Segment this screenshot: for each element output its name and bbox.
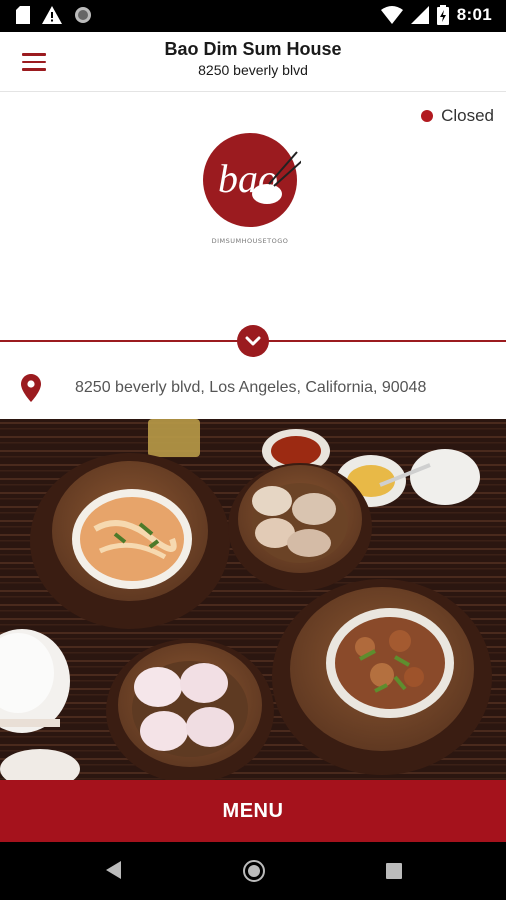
status-badge: Closed <box>421 106 494 126</box>
svg-text:DIMSUMHOUSETOGO: DIMSUMHOUSETOGO <box>212 237 289 245</box>
chevron-down-icon <box>245 336 261 346</box>
page-subtitle: 8250 beverly blvd <box>198 62 308 78</box>
status-bar-notifications <box>16 6 92 24</box>
address-text: 8250 beverly blvd, Los Angeles, Californ… <box>75 379 427 396</box>
status-label: Closed <box>441 106 494 125</box>
title-block: Bao Dim Sum House 8250 beverly blvd <box>0 39 506 78</box>
circle-icon <box>75 7 91 23</box>
expand-toggle-button[interactable] <box>237 325 269 357</box>
sd-card-icon <box>16 6 30 24</box>
recent-apps-icon[interactable] <box>385 862 403 880</box>
food-photo-image <box>0 419 506 780</box>
menu-button[interactable]: MENU <box>0 780 506 842</box>
location-pin-icon <box>21 374 41 402</box>
page-title: Bao Dim Sum House <box>164 39 342 59</box>
status-bar-system: 8:01 <box>380 5 492 25</box>
app-bar: Bao Dim Sum House 8250 beverly blvd <box>0 32 506 92</box>
back-icon[interactable] <box>104 860 122 880</box>
system-nav-bar <box>0 842 506 900</box>
home-icon[interactable] <box>242 859 266 883</box>
status-dot-icon <box>421 110 434 122</box>
status-bar: 8:01 <box>0 0 506 32</box>
signal-icon <box>410 6 429 24</box>
wifi-icon <box>380 6 403 24</box>
address-row[interactable]: 8250 beverly blvd, Los Angeles, Californ… <box>0 357 506 419</box>
restaurant-food-photo <box>0 419 506 780</box>
status-time: 8:01 <box>456 5 492 24</box>
warning-icon <box>42 6 62 24</box>
logo-mark: bao DIMSUMHOUSETOGO <box>203 133 304 245</box>
restaurant-logo: bao DIMSUMHOUSETOGO <box>201 132 304 247</box>
battery-icon <box>436 5 449 25</box>
